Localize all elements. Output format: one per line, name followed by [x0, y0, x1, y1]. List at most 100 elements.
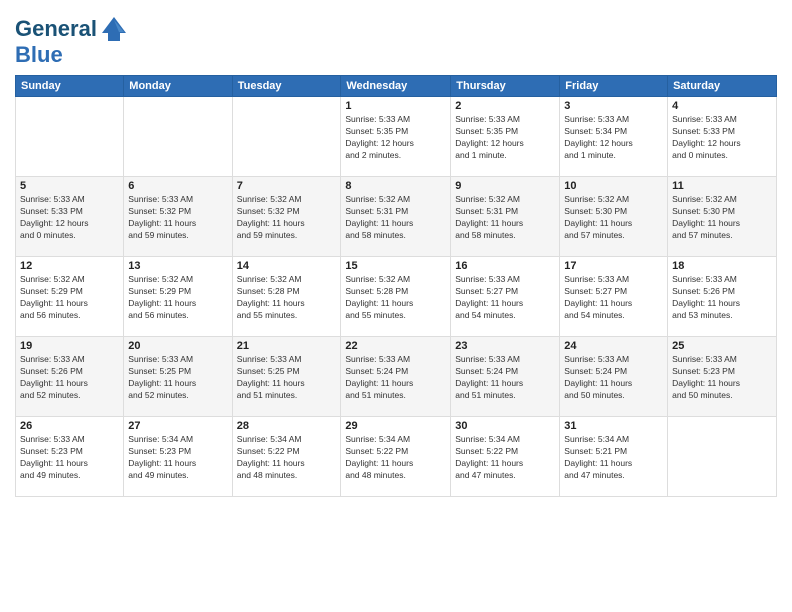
calendar-cell: 19 Sunrise: 5:33 AM Sunset: 5:26 PM Dayli…: [16, 337, 124, 417]
day-number: 12: [20, 260, 119, 272]
cell-info: Sunrise: 5:33 AM Sunset: 5:35 PM Dayligh…: [345, 114, 446, 162]
day-number: 20: [128, 340, 227, 352]
day-number: 21: [237, 340, 337, 352]
day-number: 27: [128, 420, 227, 432]
day-number: 23: [455, 340, 555, 352]
cell-info: Sunrise: 5:33 AM Sunset: 5:27 PM Dayligh…: [564, 274, 663, 322]
day-number: 5: [20, 180, 119, 192]
calendar-header-row: SundayMondayTuesdayWednesdayThursdayFrid…: [16, 76, 777, 97]
day-number: 8: [345, 180, 446, 192]
day-number: 29: [345, 420, 446, 432]
calendar-cell: [668, 417, 777, 497]
page: General Blue SundayMondayTuesdayWednesda…: [0, 0, 792, 612]
cell-info: Sunrise: 5:34 AM Sunset: 5:22 PM Dayligh…: [455, 434, 555, 482]
calendar-cell: 23 Sunrise: 5:33 AM Sunset: 5:24 PM Dayli…: [451, 337, 560, 417]
day-number: 24: [564, 340, 663, 352]
day-number: 13: [128, 260, 227, 272]
day-number: 6: [128, 180, 227, 192]
calendar-cell: 20 Sunrise: 5:33 AM Sunset: 5:25 PM Dayli…: [124, 337, 232, 417]
day-number: 26: [20, 420, 119, 432]
cell-info: Sunrise: 5:32 AM Sunset: 5:32 PM Dayligh…: [237, 194, 337, 242]
weekday-header: Saturday: [668, 76, 777, 97]
logo: General Blue: [15, 15, 128, 67]
calendar-week-row: 5 Sunrise: 5:33 AM Sunset: 5:33 PM Daylig…: [16, 177, 777, 257]
day-number: 16: [455, 260, 555, 272]
cell-info: Sunrise: 5:33 AM Sunset: 5:33 PM Dayligh…: [20, 194, 119, 242]
day-number: 25: [672, 340, 772, 352]
calendar-cell: 11 Sunrise: 5:32 AM Sunset: 5:30 PM Dayli…: [668, 177, 777, 257]
calendar-cell: 31 Sunrise: 5:34 AM Sunset: 5:21 PM Dayli…: [560, 417, 668, 497]
header: General Blue: [15, 10, 777, 67]
weekday-header: Sunday: [16, 76, 124, 97]
calendar-cell: 6Sunrise: 5:33 AM Sunset: 5:32 PM Daylig…: [124, 177, 232, 257]
calendar-cell: 3 Sunrise: 5:33 AM Sunset: 5:34 PM Daylig…: [560, 97, 668, 177]
cell-info: Sunrise: 5:33 AM Sunset: 5:24 PM Dayligh…: [455, 354, 555, 402]
day-number: 30: [455, 420, 555, 432]
day-number: 1: [345, 100, 446, 112]
calendar-cell: 28Sunrise: 5:34 AM Sunset: 5:22 PM Dayli…: [232, 417, 341, 497]
calendar-cell: 21Sunrise: 5:33 AM Sunset: 5:25 PM Dayli…: [232, 337, 341, 417]
day-number: 3: [564, 100, 663, 112]
calendar-cell: 22Sunrise: 5:33 AM Sunset: 5:24 PM Dayli…: [341, 337, 451, 417]
logo-text: General: [15, 17, 97, 41]
cell-info: Sunrise: 5:33 AM Sunset: 5:24 PM Dayligh…: [564, 354, 663, 402]
calendar-cell: [124, 97, 232, 177]
cell-info: Sunrise: 5:33 AM Sunset: 5:33 PM Dayligh…: [672, 114, 772, 162]
day-number: 31: [564, 420, 663, 432]
cell-info: Sunrise: 5:33 AM Sunset: 5:34 PM Dayligh…: [564, 114, 663, 162]
cell-info: Sunrise: 5:32 AM Sunset: 5:31 PM Dayligh…: [345, 194, 446, 242]
day-number: 15: [345, 260, 446, 272]
calendar-cell: 24 Sunrise: 5:33 AM Sunset: 5:24 PM Dayli…: [560, 337, 668, 417]
cell-info: Sunrise: 5:33 AM Sunset: 5:23 PM Dayligh…: [20, 434, 119, 482]
calendar-cell: 1 Sunrise: 5:33 AM Sunset: 5:35 PM Daylig…: [341, 97, 451, 177]
calendar: SundayMondayTuesdayWednesdayThursdayFrid…: [15, 75, 777, 497]
calendar-cell: 13Sunrise: 5:32 AM Sunset: 5:29 PM Dayli…: [124, 257, 232, 337]
cell-info: Sunrise: 5:33 AM Sunset: 5:23 PM Dayligh…: [672, 354, 772, 402]
cell-info: Sunrise: 5:32 AM Sunset: 5:28 PM Dayligh…: [237, 274, 337, 322]
calendar-cell: 29 Sunrise: 5:34 AM Sunset: 5:22 PM Dayli…: [341, 417, 451, 497]
cell-info: Sunrise: 5:32 AM Sunset: 5:31 PM Dayligh…: [455, 194, 555, 242]
day-number: 9: [455, 180, 555, 192]
cell-info: Sunrise: 5:33 AM Sunset: 5:27 PM Dayligh…: [455, 274, 555, 322]
calendar-cell: 18 Sunrise: 5:33 AM Sunset: 5:26 PM Dayli…: [668, 257, 777, 337]
weekday-header: Thursday: [451, 76, 560, 97]
day-number: 28: [237, 420, 337, 432]
cell-info: Sunrise: 5:34 AM Sunset: 5:22 PM Dayligh…: [345, 434, 446, 482]
cell-info: Sunrise: 5:33 AM Sunset: 5:26 PM Dayligh…: [20, 354, 119, 402]
day-number: 4: [672, 100, 772, 112]
cell-info: Sunrise: 5:32 AM Sunset: 5:30 PM Dayligh…: [672, 194, 772, 242]
calendar-cell: 5 Sunrise: 5:33 AM Sunset: 5:33 PM Daylig…: [16, 177, 124, 257]
cell-info: Sunrise: 5:34 AM Sunset: 5:21 PM Dayligh…: [564, 434, 663, 482]
weekday-header: Tuesday: [232, 76, 341, 97]
day-number: 10: [564, 180, 663, 192]
calendar-cell: 30 Sunrise: 5:34 AM Sunset: 5:22 PM Dayli…: [451, 417, 560, 497]
calendar-week-row: 26 Sunrise: 5:33 AM Sunset: 5:23 PM Dayli…: [16, 417, 777, 497]
calendar-week-row: 19 Sunrise: 5:33 AM Sunset: 5:26 PM Dayli…: [16, 337, 777, 417]
logo-icon: [100, 15, 128, 43]
calendar-cell: 9 Sunrise: 5:32 AM Sunset: 5:31 PM Daylig…: [451, 177, 560, 257]
cell-info: Sunrise: 5:32 AM Sunset: 5:30 PM Dayligh…: [564, 194, 663, 242]
cell-info: Sunrise: 5:33 AM Sunset: 5:24 PM Dayligh…: [345, 354, 446, 402]
weekday-header: Wednesday: [341, 76, 451, 97]
cell-info: Sunrise: 5:34 AM Sunset: 5:23 PM Dayligh…: [128, 434, 227, 482]
calendar-cell: 2 Sunrise: 5:33 AM Sunset: 5:35 PM Daylig…: [451, 97, 560, 177]
calendar-cell: 17Sunrise: 5:33 AM Sunset: 5:27 PM Dayli…: [560, 257, 668, 337]
cell-info: Sunrise: 5:33 AM Sunset: 5:25 PM Dayligh…: [128, 354, 227, 402]
cell-info: Sunrise: 5:32 AM Sunset: 5:29 PM Dayligh…: [20, 274, 119, 322]
cell-info: Sunrise: 5:33 AM Sunset: 5:26 PM Dayligh…: [672, 274, 772, 322]
day-number: 18: [672, 260, 772, 272]
weekday-header: Friday: [560, 76, 668, 97]
calendar-cell: 10 Sunrise: 5:32 AM Sunset: 5:30 PM Dayli…: [560, 177, 668, 257]
calendar-cell: [232, 97, 341, 177]
cell-info: Sunrise: 5:33 AM Sunset: 5:35 PM Dayligh…: [455, 114, 555, 162]
calendar-cell: 15 Sunrise: 5:32 AM Sunset: 5:28 PM Dayli…: [341, 257, 451, 337]
day-number: 19: [20, 340, 119, 352]
day-number: 11: [672, 180, 772, 192]
calendar-cell: 27 Sunrise: 5:34 AM Sunset: 5:23 PM Dayli…: [124, 417, 232, 497]
day-number: 2: [455, 100, 555, 112]
calendar-cell: 26 Sunrise: 5:33 AM Sunset: 5:23 PM Dayli…: [16, 417, 124, 497]
calendar-cell: 8 Sunrise: 5:32 AM Sunset: 5:31 PM Daylig…: [341, 177, 451, 257]
cell-info: Sunrise: 5:32 AM Sunset: 5:28 PM Dayligh…: [345, 274, 446, 322]
weekday-header: Monday: [124, 76, 232, 97]
calendar-cell: [16, 97, 124, 177]
